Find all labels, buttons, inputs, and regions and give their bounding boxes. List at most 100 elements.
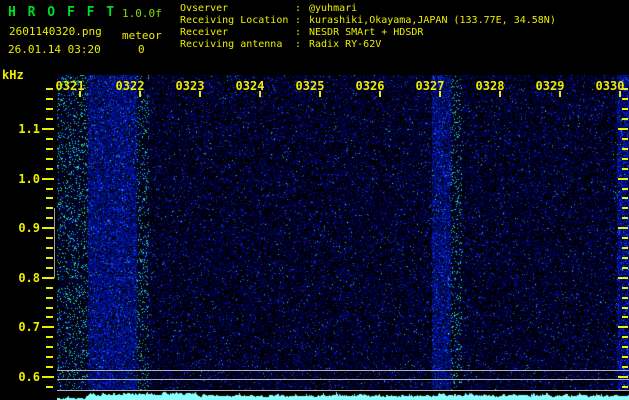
freq-major-tick-right [618, 227, 628, 229]
freq-minor-tick-left [46, 237, 53, 239]
freq-minor-tick-right [622, 257, 628, 259]
frequency-range-marker [54, 208, 55, 278]
spectrogram-canvas [57, 75, 629, 390]
time-label-0327: 0327 [415, 79, 445, 93]
info-colon-1: : [295, 15, 302, 26]
freq-minor-tick-right [622, 188, 628, 190]
freq-minor-tick-right [622, 297, 628, 299]
freq-major-tick-left [42, 326, 54, 328]
freq-label-0.9: 0.9 [18, 221, 40, 235]
freq-label-1.1: 1.1 [18, 122, 40, 136]
freq-minor-tick-right [622, 267, 628, 269]
info-colon-0: : [295, 3, 302, 14]
freq-minor-tick-left [46, 356, 53, 358]
info-value-0: @yuhmari [309, 3, 358, 14]
time-label-0328: 0328 [475, 79, 505, 93]
freq-label-1.0: 1.0 [18, 172, 40, 186]
freq-major-tick-left [42, 277, 54, 279]
freq-major-tick-left [42, 178, 54, 180]
freq-minor-tick-right [622, 316, 628, 318]
freq-minor-tick-right [622, 356, 628, 358]
freq-minor-tick-left [46, 118, 53, 120]
freq-minor-tick-right [622, 197, 628, 199]
time-label-0321: 0321 [55, 79, 85, 93]
info-colon-2: : [295, 27, 302, 38]
freq-minor-tick-right [622, 148, 628, 150]
app-version: 1.0.0f [122, 7, 162, 20]
app-title: H R O F F T [8, 5, 117, 20]
freq-minor-tick-right [622, 207, 628, 209]
freq-major-tick-left [42, 128, 54, 130]
time-label-0330: 0330 [595, 79, 625, 93]
freq-minor-tick-left [46, 138, 53, 140]
info-colon-3: : [295, 39, 302, 50]
freq-minor-tick-right [622, 118, 628, 120]
time-tick-0324 [259, 91, 261, 97]
freq-label-0.8: 0.8 [18, 271, 40, 285]
freq-minor-tick-right [622, 158, 628, 160]
freq-minor-tick-left [46, 336, 53, 338]
time-label-0325: 0325 [295, 79, 325, 93]
freq-minor-tick-right [622, 237, 628, 239]
reference-line-lower [57, 390, 629, 391]
freq-major-tick-right [618, 277, 628, 279]
freq-minor-tick-right [622, 168, 628, 170]
info-label-0: Ovserver [180, 3, 229, 14]
reference-line-middle [57, 379, 629, 380]
time-tick-0329 [559, 91, 561, 97]
signal-level-canvas [57, 390, 629, 400]
freq-minor-tick-left [46, 267, 53, 269]
freq-minor-tick-left [46, 307, 53, 309]
freq-major-tick-left [42, 227, 54, 229]
freq-label-0.7: 0.7 [18, 320, 40, 334]
info-value-2: NESDR SMArt + HDSDR [309, 27, 424, 38]
info-label-3: Recviving antenna [180, 39, 283, 50]
frequency-unit-label: kHz [2, 68, 24, 82]
freq-label-0.6: 0.6 [18, 370, 40, 384]
freq-minor-tick-right [622, 217, 628, 219]
freq-minor-tick-left [46, 168, 53, 170]
time-label-0326: 0326 [355, 79, 385, 93]
time-tick-0325 [319, 91, 321, 97]
freq-minor-tick-left [46, 158, 53, 160]
time-label-0323: 0323 [175, 79, 205, 93]
freq-minor-tick-left [46, 197, 53, 199]
freq-minor-tick-left [46, 257, 53, 259]
freq-minor-tick-left [46, 98, 53, 100]
meteor-count-label: meteor [122, 29, 162, 42]
freq-major-tick-right [618, 326, 628, 328]
freq-minor-tick-left [46, 148, 53, 150]
freq-minor-tick-right [622, 366, 628, 368]
time-tick-0323 [199, 91, 201, 97]
freq-minor-tick-left [46, 366, 53, 368]
freq-minor-tick-right [622, 108, 628, 110]
time-tick-0328 [499, 91, 501, 97]
freq-major-tick-right [618, 178, 628, 180]
meteor-count-value: 0 [138, 43, 145, 56]
freq-minor-tick-left [46, 316, 53, 318]
info-label-1: Receiving Location [180, 15, 289, 26]
freq-minor-tick-left [46, 207, 53, 209]
time-label-0324: 0324 [235, 79, 265, 93]
output-filename: 2601140320.png [9, 25, 102, 38]
freq-minor-tick-right [622, 336, 628, 338]
freq-minor-tick-right [622, 307, 628, 309]
freq-minor-tick-right [622, 346, 628, 348]
freq-minor-tick-left [46, 88, 53, 90]
time-tick-0322 [139, 91, 141, 97]
time-tick-0330 [619, 91, 621, 97]
time-tick-0326 [379, 91, 381, 97]
time-tick-0327 [439, 91, 441, 97]
time-tick-0321 [79, 91, 81, 97]
reference-line-upper [57, 370, 629, 371]
freq-minor-tick-right [622, 386, 628, 388]
info-value-3: Radix RY-62V [309, 39, 382, 50]
freq-minor-tick-left [46, 108, 53, 110]
freq-minor-tick-right [622, 287, 628, 289]
freq-minor-tick-right [622, 138, 628, 140]
freq-minor-tick-left [46, 188, 53, 190]
info-label-2: Receiver [180, 27, 229, 38]
freq-minor-tick-left [46, 287, 53, 289]
freq-minor-tick-left [46, 247, 53, 249]
hrofft-window: H R O F F T 1.0.0f 2601140320.png meteor… [0, 0, 629, 400]
